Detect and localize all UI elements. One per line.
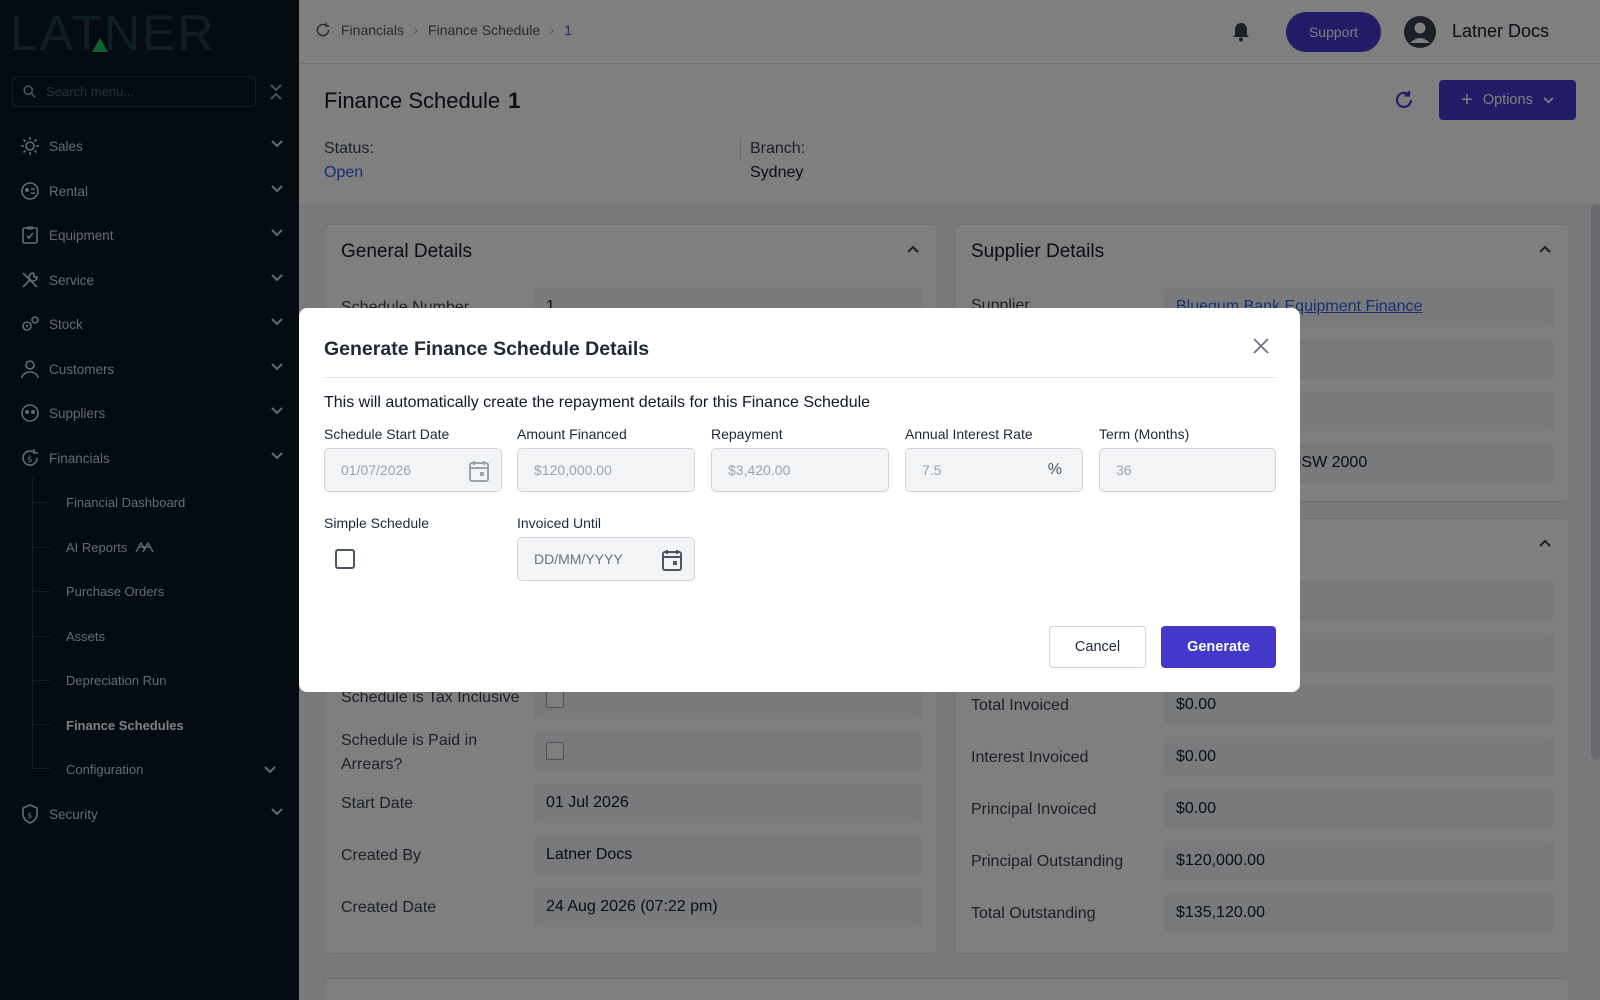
annual-interest-rate-input[interactable]: 7.5 % [905,448,1083,492]
annual-interest-rate-value: 7.5 [922,462,942,478]
term-months-label: Term (Months) [1099,426,1190,442]
calendar-icon[interactable] [469,460,489,482]
generate-schedule-modal: Generate Finance Schedule Details This w… [299,308,1300,692]
generate-button[interactable]: Generate [1161,626,1276,668]
schedule-start-date-input[interactable]: 01/07/2026 [324,448,502,492]
repayment-value: $3,420.00 [728,462,791,478]
amount-financed-value: $120,000.00 [534,462,612,478]
simple-schedule-checkbox[interactable] [335,549,355,569]
percent-suffix: % [1047,461,1062,478]
modal-description: This will automatically create the repay… [324,394,871,411]
term-months-value: 36 [1116,462,1132,478]
repayment-label: Repayment [711,426,783,442]
schedule-start-date-label: Schedule Start Date [324,426,450,442]
calendar-icon[interactable] [662,549,682,571]
invoiced-until-input[interactable]: DD/MM/YYYY [517,537,695,581]
term-months-input[interactable]: 36 [1099,448,1276,492]
modal-title: Generate Finance Schedule Details [324,338,650,360]
invoiced-until-label: Invoiced Until [517,515,602,531]
amount-financed-label: Amount Financed [517,426,627,442]
repayment-input[interactable]: $3,420.00 [711,448,889,492]
schedule-start-date-value: 01/07/2026 [341,462,412,478]
annual-interest-rate-label: Annual Interest Rate [905,426,1033,442]
invoiced-until-placeholder: DD/MM/YYYY [534,551,623,567]
cancel-button[interactable]: Cancel [1049,626,1146,668]
close-icon[interactable] [1253,338,1269,354]
simple-schedule-label: Simple Schedule [324,515,430,531]
amount-financed-input[interactable]: $120,000.00 [517,448,695,492]
modal-divider [324,377,1276,378]
